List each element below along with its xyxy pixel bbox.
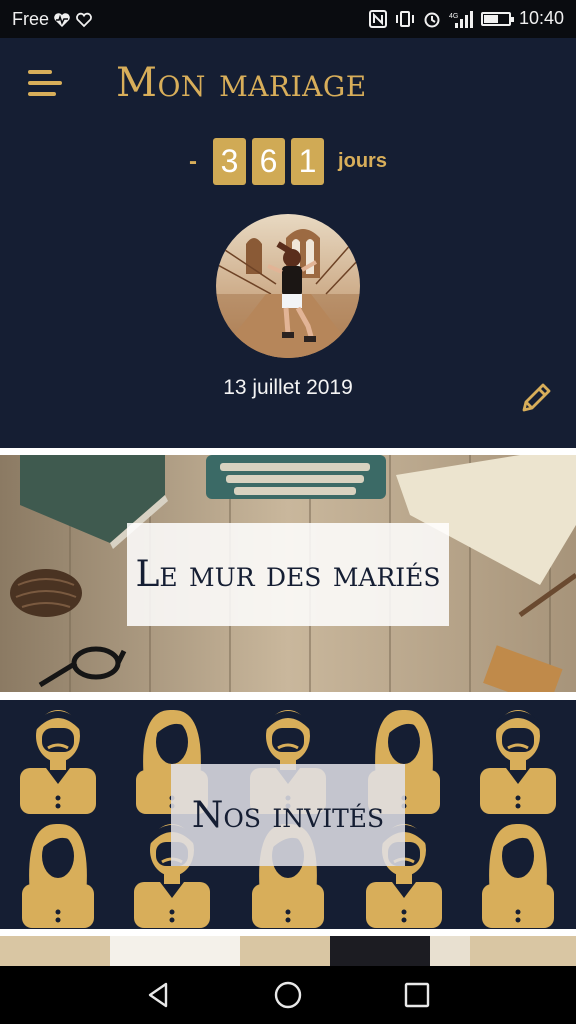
home-icon[interactable] (273, 980, 303, 1010)
wedding-couple-image (0, 936, 576, 966)
countdown-digit: 1 (291, 138, 325, 185)
countdown-prefix: - (189, 147, 198, 175)
wedding-header: Mon mariage - 3 6 1 jours 13 juillet 201… (0, 38, 576, 448)
pencil-icon[interactable] (518, 380, 554, 416)
page-title: Mon mariage (116, 60, 367, 106)
recents-icon[interactable] (402, 980, 432, 1010)
back-icon[interactable] (144, 980, 174, 1010)
countdown: - 3 6 1 jours (0, 138, 576, 185)
couple-photo[interactable] (216, 214, 360, 358)
carrier-label: Free (12, 9, 50, 29)
system-nav-bar (0, 966, 576, 1024)
health-icon (54, 12, 70, 27)
countdown-digit: 3 (213, 138, 247, 185)
heart-outline-icon (76, 12, 92, 27)
vibrate-icon (395, 10, 414, 27)
battery-icon (480, 11, 514, 26)
guests-label: Nos invités (171, 764, 405, 866)
status-bar: Free 4G 10:40 (0, 0, 576, 38)
clock: 10:40 (518, 8, 564, 28)
countdown-unit: jours (338, 150, 387, 172)
card-photos-preview[interactable] (0, 936, 576, 966)
status-left: Free (12, 9, 93, 30)
svg-text:4G: 4G (449, 13, 458, 20)
status-right: 4G 10:40 (368, 8, 564, 29)
wedding-date: 13 juillet 2019 (223, 376, 353, 399)
card-wall[interactable]: Le mur des mariés (0, 455, 576, 692)
nfc-icon (368, 9, 387, 28)
wall-label: Le mur des mariés (127, 523, 449, 626)
card-guests[interactable]: Nos invités (0, 700, 576, 929)
countdown-digit: 6 (252, 138, 286, 185)
signal-icon: 4G (449, 10, 473, 28)
alarm-icon (424, 12, 440, 27)
hamburger-menu-icon[interactable] (28, 68, 62, 100)
